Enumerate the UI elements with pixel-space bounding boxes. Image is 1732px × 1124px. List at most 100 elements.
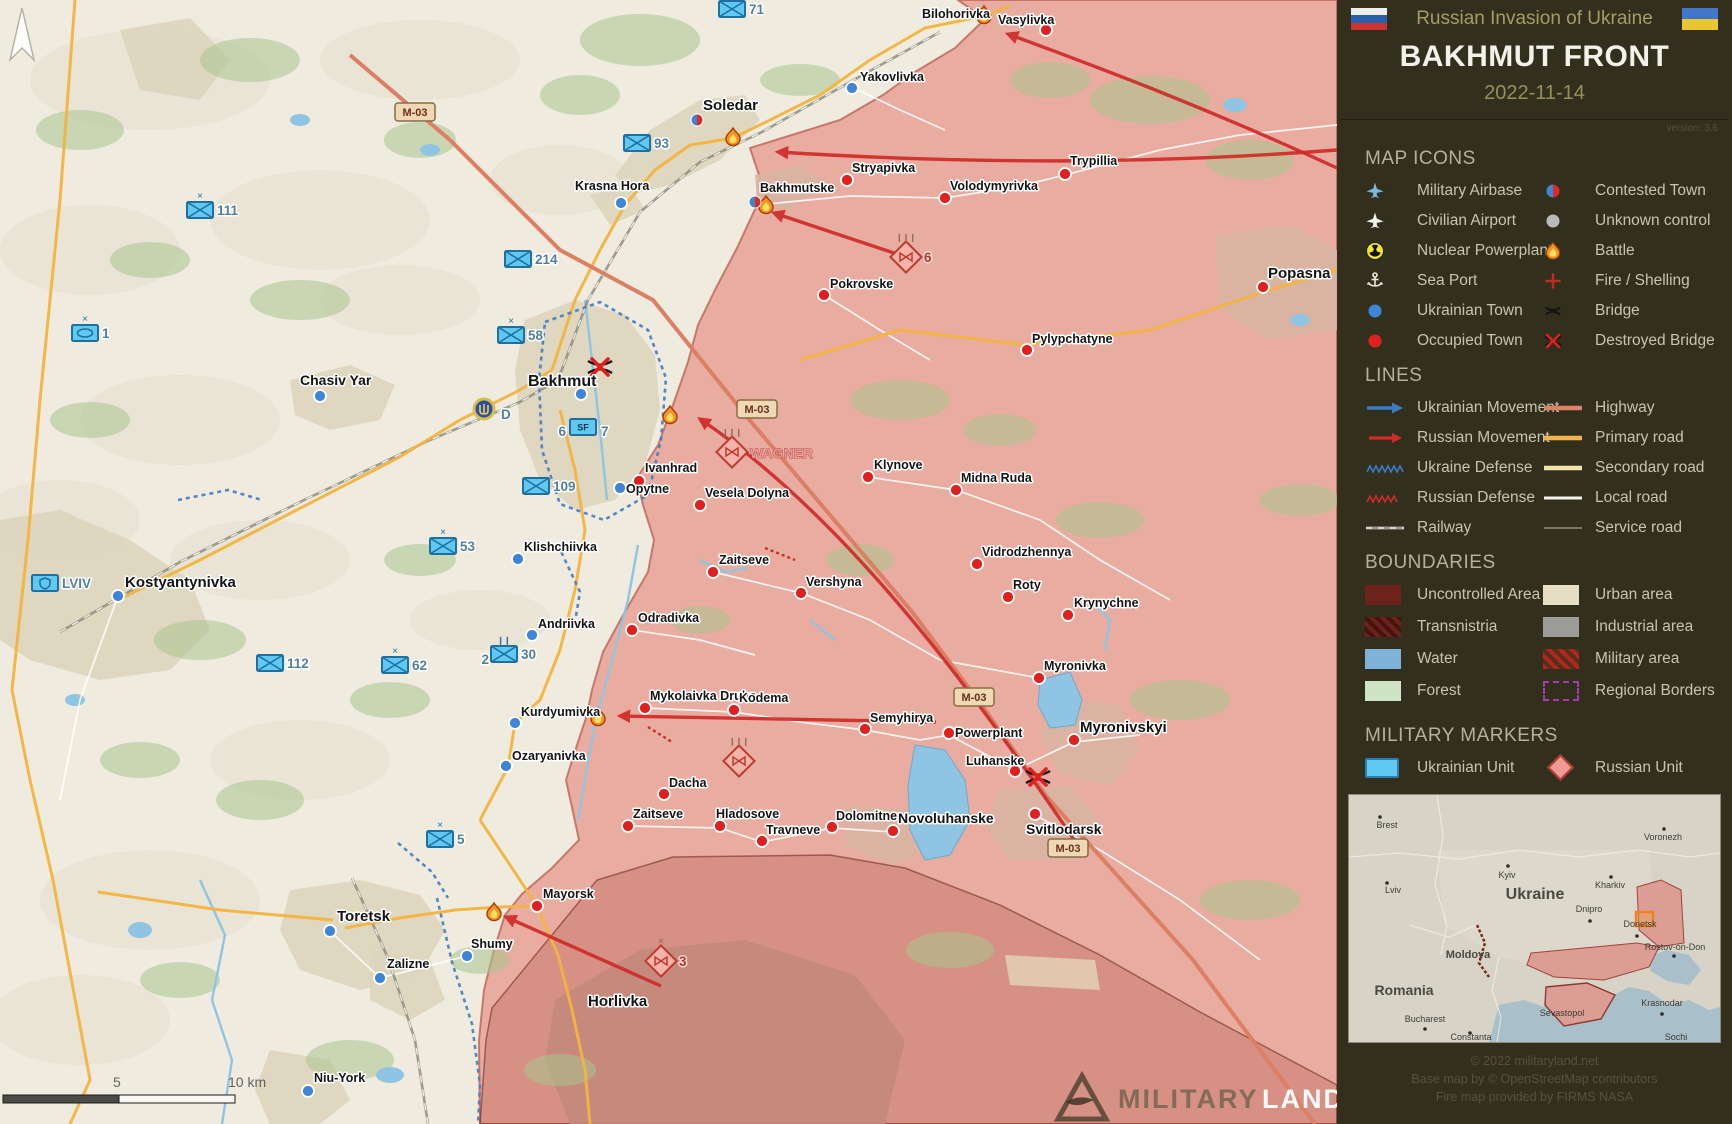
- occupied-town-dot: [818, 289, 830, 301]
- legend-item-service-road: Service road: [1543, 517, 1732, 538]
- svg-text:Bucharest: Bucharest: [1405, 1014, 1446, 1024]
- legend-label: Military Airbase: [1417, 182, 1522, 200]
- legend-label: Unknown control: [1595, 212, 1710, 230]
- ukrainian-town-dot: [302, 1085, 314, 1097]
- legend-label: Industrial area: [1595, 618, 1693, 636]
- svg-text:62: 62: [412, 658, 427, 673]
- town-label: Krasna Hora: [575, 179, 650, 193]
- svg-text:Moldova: Moldova: [1446, 949, 1491, 961]
- town-label: Vidrodzhennya: [982, 545, 1072, 559]
- town-label: Vesela Dolyna: [705, 486, 790, 500]
- unknown-control-icon: [1543, 211, 1583, 231]
- legend-item-unknown-control: Unknown control: [1543, 210, 1732, 231]
- svg-text:LAND: LAND: [1262, 1084, 1337, 1114]
- occupied-town-dot: [1059, 168, 1071, 180]
- legend-label: Civilian Airport: [1417, 212, 1516, 230]
- town-label: Semyhirya: [870, 711, 934, 725]
- ukrainian-unit-marker: 93: [624, 135, 670, 151]
- ukrainian-town-dot: [324, 925, 336, 937]
- svg-text:Krasnodar: Krasnodar: [1641, 998, 1683, 1008]
- svg-text:Constanta: Constanta: [1450, 1032, 1491, 1042]
- svg-text:MILITARY: MILITARY: [1118, 1084, 1258, 1114]
- ukrainian-unit-icon: [1365, 758, 1405, 778]
- town-label: Pylypchatyne: [1032, 332, 1113, 346]
- regional-borders-icon: [1543, 681, 1583, 701]
- version-label: version: 3.6: [1337, 120, 1732, 134]
- town-label: Ozaryanivka: [512, 749, 587, 763]
- legend-sidebar: Russian Invasion of Ukraine BAKHMUT FRON…: [1337, 0, 1732, 1124]
- occupied-town-dot: [714, 820, 726, 832]
- svg-text:58: 58: [528, 328, 544, 343]
- boundaries-heading: BOUNDARIES: [1365, 552, 1732, 574]
- ukrainian-unit-marker: SF: [570, 419, 596, 435]
- sidebar-header: Russian Invasion of Ukraine BAKHMUT FRON…: [1337, 0, 1732, 119]
- town-label: Ivanhrad: [645, 461, 697, 475]
- town-label: Powerplant: [955, 726, 1023, 740]
- svg-text:Sochi: Sochi: [1665, 1032, 1688, 1042]
- svg-text:93: 93: [654, 136, 670, 151]
- svg-text:Dnipro: Dnipro: [1576, 904, 1603, 914]
- credit-line: Base map by © OpenStreetMap contributors: [1337, 1070, 1732, 1088]
- svg-text:❙❙: ❙❙: [497, 636, 510, 645]
- svg-text:5: 5: [113, 1074, 121, 1090]
- contested-town-dot: [749, 196, 762, 209]
- town-label: Myronivka: [1044, 659, 1107, 673]
- railway-icon: [1365, 524, 1405, 532]
- legend-label: Ukraine Defense: [1417, 459, 1532, 477]
- primary-road-icon: [1543, 434, 1583, 442]
- svg-text:M-03: M-03: [1055, 843, 1080, 855]
- svg-text:Sevastopol: Sevastopol: [1540, 1008, 1585, 1018]
- svg-text:❙❙❙: ❙❙❙: [729, 737, 749, 746]
- ukrainian-town-dot: [509, 717, 521, 729]
- contested-town-icon: [1543, 181, 1583, 201]
- ukraine-defense-icon: [1365, 462, 1405, 474]
- legend-label: Fire / Shelling: [1595, 272, 1690, 290]
- secondary-road-icon: [1543, 464, 1583, 472]
- credits: © 2022 militaryland.netBase map by © Ope…: [1337, 1052, 1732, 1106]
- svg-text:SF: SF: [577, 423, 589, 433]
- svg-text:×: ×: [508, 316, 514, 327]
- town-label: Yakovlivka: [860, 70, 925, 84]
- legend-item-ukrainian-town: Ukrainian Town: [1365, 300, 1543, 321]
- town-label: Kostyantynivka: [125, 574, 237, 591]
- ukrainian-unit-marker: 214: [505, 251, 558, 267]
- svg-text:214: 214: [535, 252, 558, 267]
- svg-text:WAGNER: WAGNER: [750, 445, 813, 461]
- section-map-icons: MAP ICONS Military AirbaseContested Town…: [1337, 148, 1732, 351]
- legend-label: Railway: [1417, 519, 1471, 537]
- legend-item-destroyed-bridge: Destroyed Bridge: [1543, 330, 1732, 351]
- legend-label: Sea Port: [1417, 272, 1477, 290]
- svg-text:❙❙❙: ❙❙❙: [896, 233, 916, 242]
- legend-item-military-airbase: Military Airbase: [1365, 180, 1543, 201]
- svg-text:×: ×: [658, 936, 664, 947]
- town-label: Zalizne: [387, 957, 429, 971]
- svg-text:LVIV: LVIV: [62, 576, 91, 591]
- town-label: Pokrovske: [830, 277, 893, 291]
- legend-label: Urban area: [1595, 586, 1673, 604]
- legend-item-sea-port: Sea Port: [1365, 270, 1543, 291]
- occupied-town-dot: [1029, 808, 1041, 820]
- town-label: Zaitseve: [719, 553, 769, 567]
- legend-label: Occupied Town: [1417, 332, 1523, 350]
- map-canvas: 7193×111×1214×58SF109LVIV×53×62❙❙30112×5…: [0, 0, 1337, 1124]
- ukrainian-emblem-icon: [474, 399, 494, 419]
- occupied-town-dot: [950, 484, 962, 496]
- town-label: Andriivka: [538, 617, 596, 631]
- town-label: Travneve: [766, 823, 820, 837]
- svg-text:10 km: 10 km: [228, 1074, 266, 1090]
- legend-item-fire-shelling: Fire / Shelling: [1543, 270, 1732, 291]
- town-label: Niu-York: [314, 1071, 365, 1085]
- ukrainian-movement-icon: [1365, 401, 1405, 415]
- svg-text:M-03: M-03: [744, 404, 769, 416]
- ukrainian-unit-marker: 71: [719, 1, 765, 17]
- legend-item-military-area: Military area: [1543, 648, 1732, 669]
- legend-item-ukraine-defense: Ukraine Defense: [1365, 457, 1543, 478]
- military-area-icon: [1543, 649, 1583, 669]
- legend-item-transnistria: Transnistria: [1365, 616, 1543, 637]
- svg-text:×: ×: [392, 646, 398, 657]
- town-label: Toretsk: [337, 908, 391, 925]
- occupied-town-dot: [943, 727, 955, 739]
- town-label: Zaitseve: [633, 807, 683, 821]
- legend-label: Russian Movement: [1417, 429, 1550, 447]
- occupied-town-dot: [1033, 672, 1045, 684]
